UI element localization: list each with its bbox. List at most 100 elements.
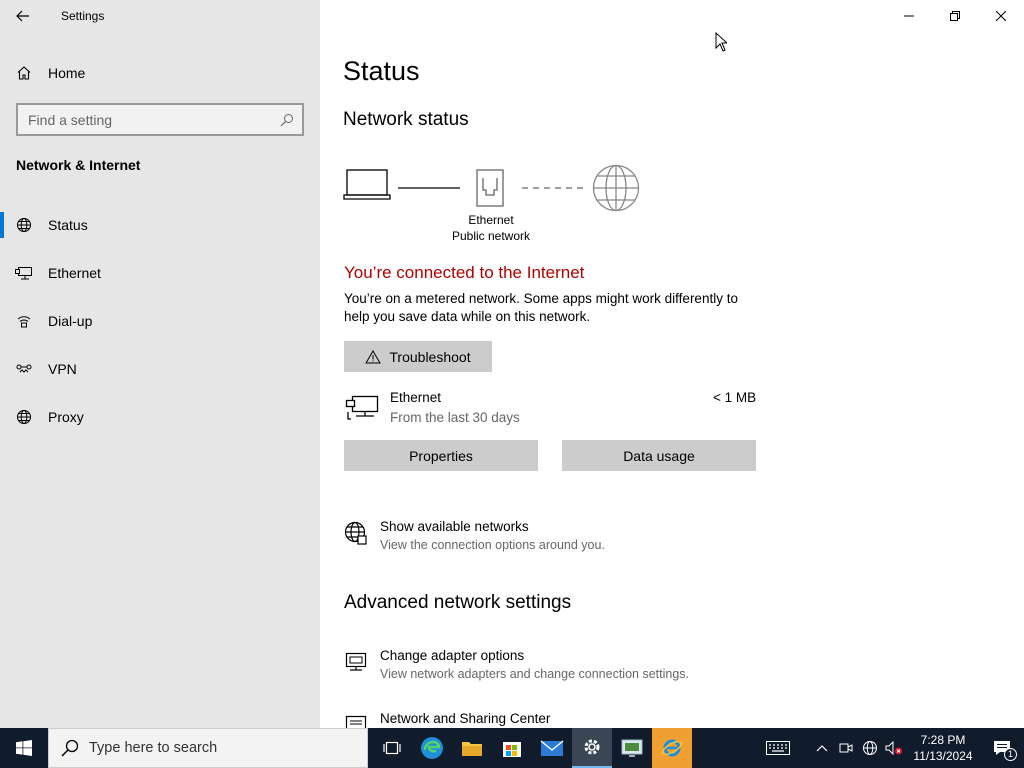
setting-search-box[interactable] [16,103,304,136]
home-label: Home [48,65,86,81]
sidebar-item-label: Ethernet [48,265,101,281]
connection-status-text: You’re connected to the Internet [344,263,585,282]
back-button[interactable] [0,0,46,32]
taskbar: Type here to search 7:28 PM 11/13/2024 1 [0,728,1024,768]
home-nav-item[interactable]: Home [0,57,320,89]
close-button[interactable] [978,0,1024,32]
restore-button[interactable] [932,0,978,32]
ethernet-adapter-icon [344,392,380,427]
troubleshoot-button[interactable]: Troubleshoot [344,341,492,372]
mail-icon [540,740,564,756]
show-networks-title: Show available networks [380,519,529,534]
section-title: Network & Internet [16,157,141,173]
show-available-networks-link[interactable]: Show available networks View the connect… [344,519,605,552]
main-content: Status Network status Ethernet Public ne… [320,0,1024,728]
ethernet-period: From the last 30 days [390,410,520,425]
sidebar-item-status[interactable]: Status [0,205,320,245]
globe-icon [0,205,48,245]
setting-search-input[interactable] [28,111,280,128]
show-hidden-icons-button[interactable] [810,728,834,768]
network-diagram-graphic [343,164,640,212]
store-icon [503,742,521,757]
windows-logo-icon [16,740,32,756]
data-usage-label: Data usage [623,447,695,464]
file-explorer-taskbar-button[interactable] [452,728,492,768]
network-type-label: Public network [451,229,531,243]
chevron-up-icon [816,745,828,752]
sidebar-item-label: VPN [48,361,77,377]
ethernet-jack-icon [476,169,504,207]
network-status-heading: Network status [343,109,469,130]
internet-globe-icon [592,164,640,212]
clock-date: 11/13/2024 [913,749,973,763]
gear-icon [584,739,600,755]
volume-tray-button[interactable] [882,728,906,768]
dialup-icon [0,301,48,341]
back-arrow-icon [16,10,29,22]
control-panel-icon [621,739,643,757]
network-tray-button[interactable] [858,728,882,768]
adapter-icon [344,648,380,681]
ie-taskbar-button[interactable] [652,728,692,768]
metered-network-text: You’re on a metered network. Some apps m… [344,291,738,324]
internet-explorer-icon [661,739,683,757]
home-icon [0,57,48,89]
change-adapter-subtitle: View network adapters and change connect… [380,667,689,681]
network-diagram: Ethernet Public network [343,160,653,250]
minimize-icon [904,15,914,17]
sidebar: Settings Home Network & Internet Status … [0,0,320,728]
touch-keyboard-icon [766,741,790,755]
show-networks-subtitle: View the connection options around you. [380,538,605,552]
meet-now-button[interactable] [834,728,858,768]
sidebar-item-label: Proxy [48,409,84,425]
title-bar: Settings [0,0,320,32]
sidebar-item-label: Dial-up [48,313,93,329]
search-icon[interactable] [280,113,294,127]
change-adapter-title: Change adapter options [380,648,525,663]
ethernet-data-usage: < 1 MB [713,390,757,405]
keyboard-button[interactable] [758,728,798,768]
control-panel-taskbar-button[interactable] [612,728,652,768]
mail-taskbar-button[interactable] [532,728,572,768]
start-button[interactable] [0,728,48,768]
search-icon [61,739,79,757]
vpn-icon [0,349,48,389]
mouse-cursor-icon [715,32,727,52]
notification-count-badge: 1 [1004,748,1017,761]
data-usage-button[interactable]: Data usage [562,440,756,471]
sidebar-item-vpn[interactable]: VPN [0,349,320,389]
warning-icon [365,349,382,363]
properties-button[interactable]: Properties [344,440,538,471]
restore-icon [950,11,960,21]
taskbar-clock[interactable]: 7:28 PM 11/13/2024 [906,732,980,764]
task-view-icon [383,741,401,755]
sharing-center-title: Network and Sharing Center [380,711,551,726]
ethernet-name: Ethernet [390,390,442,405]
app-title: Settings [61,9,105,23]
sidebar-item-dial-up[interactable]: Dial-up [0,301,320,341]
adapter-name-label: Ethernet [468,213,514,227]
sidebar-item-ethernet[interactable]: Ethernet [0,253,320,293]
sidebar-item-label: Status [48,217,88,233]
page-title: Status [343,56,420,86]
action-center-button[interactable]: 1 [980,728,1024,768]
laptop-icon [343,169,391,200]
change-adapter-options-link[interactable]: Change adapter options View network adap… [344,648,689,681]
edge-taskbar-button[interactable] [412,728,452,768]
network-sharing-center-link[interactable]: Network and Sharing Center [344,711,550,728]
task-view-button[interactable] [372,728,412,768]
store-taskbar-button[interactable] [492,728,532,768]
volume-muted-icon [885,741,902,755]
sharing-center-icon [344,711,380,728]
minimize-button[interactable] [886,0,932,32]
ethernet-icon [0,253,48,293]
network-globe-icon [863,741,877,755]
close-icon [996,11,1006,21]
taskbar-search-box[interactable]: Type here to search [48,728,368,768]
advanced-settings-heading: Advanced network settings [344,592,572,613]
taskbar-search-placeholder: Type here to search [89,740,218,756]
clock-time: 7:28 PM [920,733,966,747]
settings-taskbar-button[interactable] [572,728,612,768]
meet-now-icon [839,743,853,753]
sidebar-item-proxy[interactable]: Proxy [0,397,320,437]
